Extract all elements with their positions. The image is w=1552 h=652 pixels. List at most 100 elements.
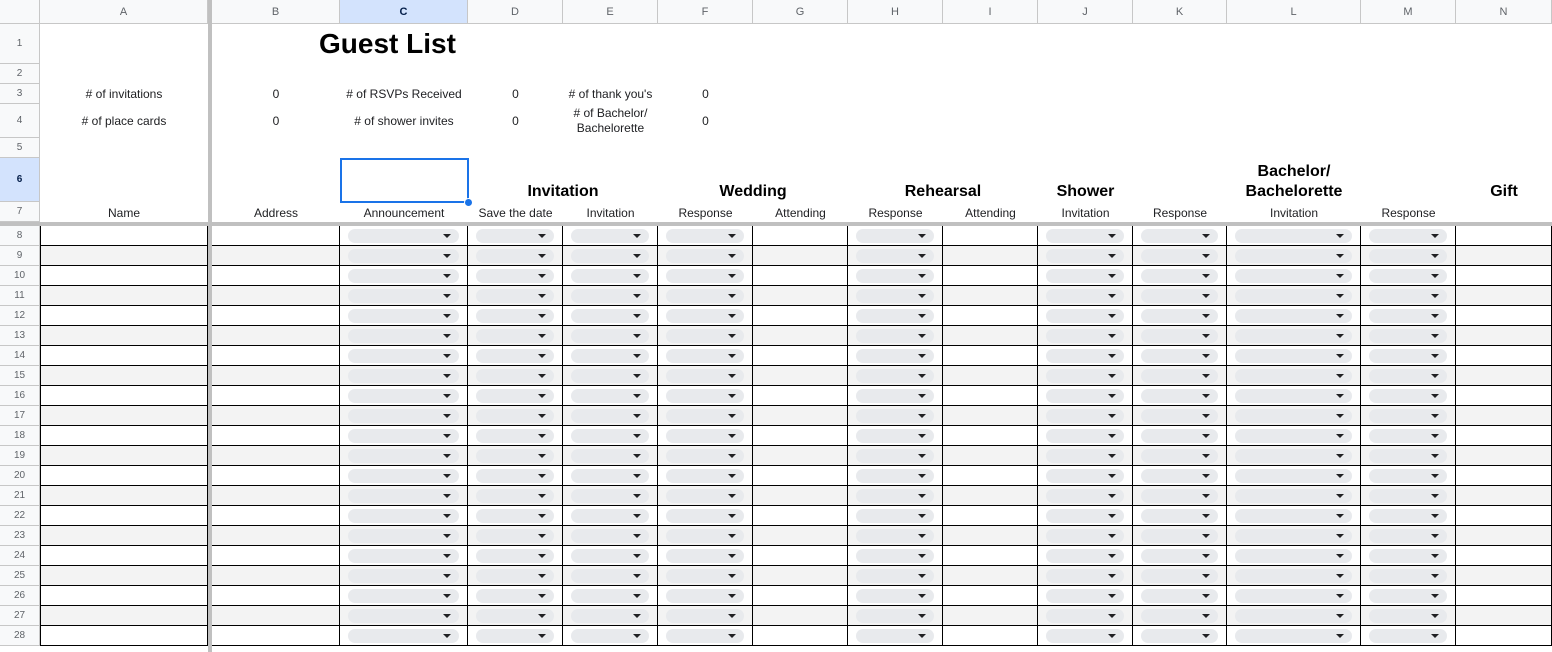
table-cell[interactable] — [1361, 426, 1456, 446]
table-cell[interactable] — [340, 346, 468, 366]
dropdown-chip[interactable] — [1046, 429, 1124, 443]
dropdown-chip[interactable] — [571, 469, 649, 483]
dropdown-chip[interactable] — [348, 589, 459, 603]
table-cell[interactable] — [468, 526, 563, 546]
table-cell[interactable] — [658, 466, 753, 486]
table-cell[interactable] — [212, 266, 340, 286]
table-cell[interactable] — [943, 626, 1038, 646]
table-cell[interactable] — [563, 426, 658, 446]
dropdown-chip[interactable] — [1046, 329, 1124, 343]
row-header[interactable]: 2 — [0, 64, 40, 84]
dropdown-chip[interactable] — [1235, 269, 1352, 283]
dropdown-chip[interactable] — [1235, 609, 1352, 623]
table-cell[interactable] — [40, 306, 208, 326]
dropdown-chip[interactable] — [666, 369, 744, 383]
table-cell[interactable] — [1361, 586, 1456, 606]
table-cell[interactable] — [1456, 346, 1552, 366]
table-cell[interactable] — [40, 566, 208, 586]
table-cell[interactable] — [1133, 526, 1227, 546]
dropdown-chip[interactable] — [1141, 549, 1218, 563]
dropdown-chip[interactable] — [666, 249, 744, 263]
dropdown-chip[interactable] — [1141, 349, 1218, 363]
dropdown-chip[interactable] — [1141, 429, 1218, 443]
table-cell[interactable] — [848, 506, 943, 526]
table-cell[interactable] — [1456, 526, 1552, 546]
dropdown-chip[interactable] — [1235, 489, 1352, 503]
dropdown-chip[interactable] — [348, 429, 459, 443]
dropdown-chip[interactable] — [1369, 329, 1447, 343]
table-cell[interactable] — [1133, 266, 1227, 286]
table-cell[interactable] — [943, 346, 1038, 366]
dropdown-chip[interactable] — [348, 489, 459, 503]
table-cell[interactable] — [1038, 306, 1133, 326]
table-cell[interactable] — [212, 626, 340, 646]
table-cell[interactable] — [1361, 326, 1456, 346]
dropdown-chip[interactable] — [1141, 309, 1218, 323]
dropdown-chip[interactable] — [856, 269, 934, 283]
table-cell[interactable] — [848, 226, 943, 246]
table-cell[interactable] — [1456, 326, 1552, 346]
dropdown-chip[interactable] — [476, 389, 554, 403]
dropdown-chip[interactable] — [571, 349, 649, 363]
table-cell[interactable] — [468, 566, 563, 586]
table-cell[interactable] — [212, 346, 340, 366]
table-cell[interactable] — [848, 586, 943, 606]
dropdown-chip[interactable] — [856, 349, 934, 363]
table-cell[interactable] — [1227, 626, 1361, 646]
table-cell[interactable] — [753, 286, 848, 306]
table-cell[interactable] — [1361, 266, 1456, 286]
dropdown-chip[interactable] — [476, 429, 554, 443]
dropdown-chip[interactable] — [571, 589, 649, 603]
dropdown-chip[interactable] — [1369, 469, 1447, 483]
table-cell[interactable] — [468, 626, 563, 646]
table-cell[interactable] — [1133, 626, 1227, 646]
table-cell[interactable] — [1361, 526, 1456, 546]
table-cell[interactable] — [1133, 406, 1227, 426]
dropdown-chip[interactable] — [1235, 449, 1352, 463]
dropdown-chip[interactable] — [666, 589, 744, 603]
dropdown-chip[interactable] — [1235, 349, 1352, 363]
table-cell[interactable] — [1133, 506, 1227, 526]
table-cell[interactable] — [753, 586, 848, 606]
table-cell[interactable] — [1133, 426, 1227, 446]
table-cell[interactable] — [1038, 406, 1133, 426]
table-cell[interactable] — [658, 326, 753, 346]
dropdown-chip[interactable] — [1141, 289, 1218, 303]
table-cell[interactable] — [1133, 306, 1227, 326]
dropdown-chip[interactable] — [666, 569, 744, 583]
dropdown-chip[interactable] — [666, 429, 744, 443]
dropdown-chip[interactable] — [348, 269, 459, 283]
table-cell[interactable] — [848, 486, 943, 506]
row-header[interactable]: 20 — [0, 466, 40, 486]
table-cell[interactable] — [1456, 486, 1552, 506]
dropdown-chip[interactable] — [666, 329, 744, 343]
dropdown-chip[interactable] — [571, 309, 649, 323]
dropdown-chip[interactable] — [1369, 429, 1447, 443]
row-header[interactable]: 15 — [0, 366, 40, 386]
table-cell[interactable] — [340, 546, 468, 566]
table-cell[interactable] — [943, 546, 1038, 566]
dropdown-chip[interactable] — [1046, 349, 1124, 363]
dropdown-chip[interactable] — [1046, 469, 1124, 483]
table-cell[interactable] — [1227, 426, 1361, 446]
table-cell[interactable] — [1133, 326, 1227, 346]
dropdown-chip[interactable] — [856, 469, 934, 483]
row-header[interactable]: 12 — [0, 306, 40, 326]
table-cell[interactable] — [563, 246, 658, 266]
dropdown-chip[interactable] — [1046, 629, 1124, 643]
column-header-d[interactable]: D — [468, 0, 563, 24]
table-cell[interactable] — [468, 266, 563, 286]
dropdown-chip[interactable] — [1369, 229, 1447, 243]
table-cell[interactable] — [212, 306, 340, 326]
table-cell[interactable] — [1361, 346, 1456, 366]
table-cell[interactable] — [1456, 566, 1552, 586]
column-header-i[interactable]: I — [943, 0, 1038, 24]
table-cell[interactable] — [563, 566, 658, 586]
table-cell[interactable] — [1361, 226, 1456, 246]
table-cell[interactable] — [212, 606, 340, 626]
table-cell[interactable] — [658, 506, 753, 526]
table-cell[interactable] — [563, 366, 658, 386]
dropdown-chip[interactable] — [666, 549, 744, 563]
dropdown-chip[interactable] — [571, 449, 649, 463]
table-cell[interactable] — [468, 306, 563, 326]
